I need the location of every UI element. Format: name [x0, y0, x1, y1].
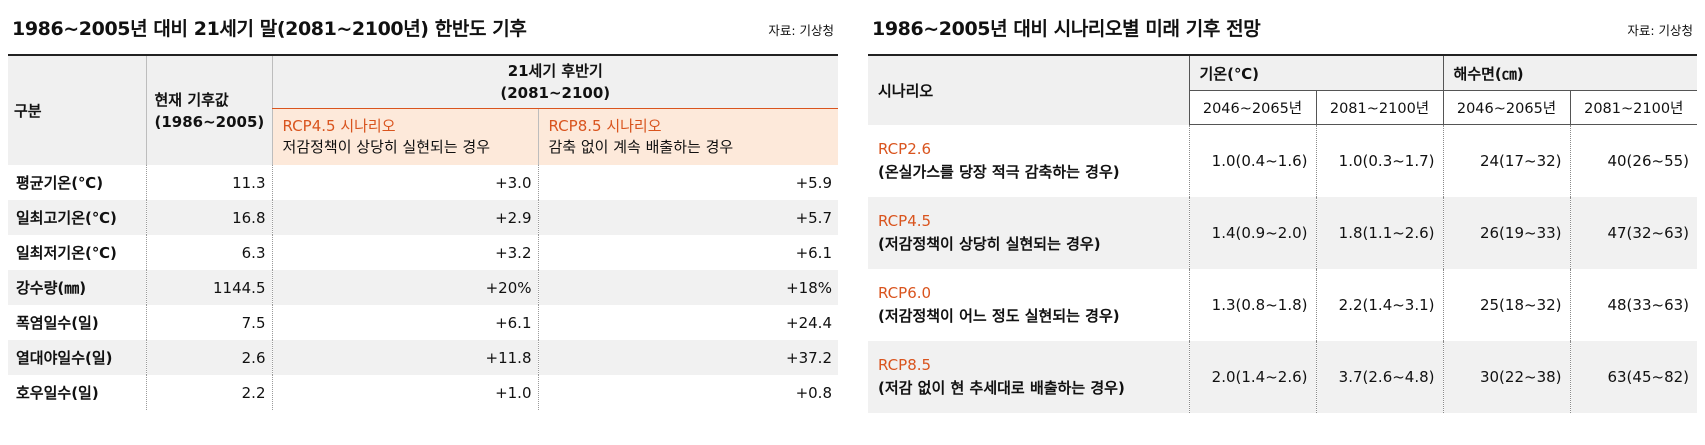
future-header-line1: 21세기 후반기	[507, 62, 603, 80]
table-row: 평균기온(℃) 11.3 +3.0 +5.9	[8, 165, 838, 200]
left-source-note: 자료: 기상청	[768, 23, 834, 38]
current-header-line2: (1986~2005)	[154, 112, 265, 131]
temperature-header: 기온(℃)	[1188, 55, 1444, 91]
right-table-title: 1986~2005년 대비 시나리오별 미래 기후 전망	[872, 18, 1261, 40]
sea-period-2046-header: 2046~2065년	[1442, 90, 1571, 125]
rcp85-header-name: RCP8.5 시나리오	[548, 117, 662, 135]
temp-2081-value: 2.2(1.4~3.1)	[1315, 269, 1444, 341]
current-value: 2.6	[145, 340, 272, 375]
rcp85-value: +5.9	[537, 165, 838, 200]
temp-2046-value: 1.4(0.9~2.0)	[1188, 197, 1316, 269]
rcp85-value: +24.4	[537, 305, 838, 340]
category-header: 구분	[8, 55, 146, 165]
temp-2046-value: 1.3(0.8~1.8)	[1188, 269, 1316, 341]
rcp45-header-name: RCP4.5 시나리오	[282, 117, 396, 135]
right-title-row: 1986~2005년 대비 시나리오별 미래 기후 전망 자료: 기상청	[868, 0, 1697, 44]
left-table-title: 1986~2005년 대비 21세기 말(2081~2100년) 한반도 기후	[12, 18, 527, 40]
scenario-desc: (저감정책이 어느 정도 실현되는 경우)	[878, 307, 1120, 325]
table-row: 열대야일수(일) 2.6 +11.8 +37.2	[8, 340, 838, 375]
end-century-climate-table: 구분 현재 기후값 (1986~2005) 21세기 후반기 (2081~210…	[8, 54, 838, 410]
row-label: 평균기온(℃)	[16, 174, 104, 192]
scenario-header: 시나리오	[868, 55, 1189, 125]
rcp45-value: +11.8	[271, 340, 538, 375]
table-row: RCP4.5 (저감정책이 상당히 실현되는 경우) 1.4(0.9~2.0) …	[868, 197, 1698, 269]
scenario-desc: (온실가스를 당장 적극 감축하는 경우)	[878, 162, 1120, 181]
current-value: 7.5	[145, 305, 272, 340]
row-label: 호우일수(일)	[16, 384, 99, 402]
table-row: 일최저기온(℃) 6.3 +3.2 +6.1	[8, 235, 838, 270]
rcp85-value: +18%	[537, 270, 838, 305]
row-label: 일최고기온(℃)	[8, 200, 146, 235]
rcp45-header: RCP4.5 시나리오 저감정책이 상당히 실현되는 경우	[271, 108, 538, 165]
current-value: 2.2	[145, 375, 272, 410]
table-row: RCP8.5 (저감 없이 현 추세대로 배출하는 경우) 2.0(1.4~2.…	[868, 341, 1698, 413]
temp-2046-value: 2.0(1.4~2.6)	[1188, 341, 1316, 413]
rcp85-value: +6.1	[537, 235, 838, 270]
future-period-header: 21세기 후반기 (2081~2100)	[271, 55, 838, 109]
sea-2046-value: 24(17~32)	[1442, 124, 1571, 197]
table-row: RCP2.6 (온실가스를 당장 적극 감축하는 경우) 1.0(0.4~1.6…	[868, 124, 1698, 198]
rcp85-value: +37.2	[537, 340, 838, 375]
rcp85-value: +0.8	[537, 375, 838, 410]
scenario-projection-table: 시나리오 기온(℃) 해수면(㎝) 2046~2065년 2081~2100년 …	[868, 54, 1698, 413]
scenario-cell: RCP8.5 (저감 없이 현 추세대로 배출하는 경우)	[868, 341, 1189, 413]
scenario-name: RCP6.0	[878, 284, 932, 302]
current-value: 11.3	[145, 165, 272, 200]
table-row: 폭염일수(일) 7.5 +6.1 +24.4	[8, 305, 838, 340]
left-title-row: 1986~2005년 대비 21세기 말(2081~2100년) 한반도 기후 …	[8, 0, 838, 44]
right-source-note: 자료: 기상청	[1627, 23, 1693, 38]
row-label: 강수량(㎜)	[8, 270, 146, 305]
current-climate-header: 현재 기후값 (1986~2005)	[145, 55, 272, 165]
scenario-cell: RCP4.5 (저감정책이 상당히 실현되는 경우)	[868, 197, 1189, 269]
temp-2081-value: 1.8(1.1~2.6)	[1315, 197, 1444, 269]
sea-2046-value: 26(19~33)	[1442, 197, 1571, 269]
sea-2081-value: 47(32~63)	[1569, 197, 1698, 269]
rcp85-value: +5.7	[537, 200, 838, 235]
table-row: RCP6.0 (저감정책이 어느 정도 실현되는 경우) 1.3(0.8~1.8…	[868, 269, 1698, 341]
temp-2046-value: 1.0(0.4~1.6)	[1188, 124, 1316, 197]
sea-2046-value: 30(22~38)	[1442, 341, 1571, 413]
temp-period-2081-header: 2081~2100년	[1315, 90, 1444, 125]
rcp45-value: +2.9	[271, 200, 538, 235]
sea-2081-value: 63(45~82)	[1569, 341, 1698, 413]
rcp45-value: +1.0	[271, 375, 538, 410]
rcp45-value: +3.2	[271, 235, 538, 270]
current-header-line1: 현재 기후값	[154, 90, 229, 109]
table-row: 호우일수(일) 2.2 +1.0 +0.8	[8, 375, 838, 410]
table-row: 강수량(㎜) 1144.5 +20% +18%	[8, 270, 838, 305]
future-header-line2: (2081~2100)	[500, 84, 611, 102]
current-value: 6.3	[145, 235, 272, 270]
sea-2081-value: 40(26~55)	[1569, 124, 1698, 197]
sea-period-2081-header: 2081~2100년	[1569, 90, 1698, 125]
row-label: 열대야일수(일)	[8, 340, 146, 375]
row-label: 일최저기온(℃)	[16, 244, 117, 262]
rcp45-value: +20%	[271, 270, 538, 305]
table-row: 일최고기온(℃) 16.8 +2.9 +5.7	[8, 200, 838, 235]
rcp45-value: +3.0	[271, 165, 538, 200]
sea-level-header: 해수면(㎝)	[1442, 55, 1698, 91]
sea-2046-value: 25(18~32)	[1442, 269, 1571, 341]
right-scenario-panel: 1986~2005년 대비 시나리오별 미래 기후 전망 자료: 기상청 시나리…	[868, 0, 1698, 413]
rcp45-value: +6.1	[271, 305, 538, 340]
scenario-name: RCP4.5	[878, 212, 932, 230]
temp-2081-value: 1.0(0.3~1.7)	[1315, 124, 1444, 197]
scenario-desc: (저감 없이 현 추세대로 배출하는 경우)	[878, 379, 1125, 397]
sea-2081-value: 48(33~63)	[1569, 269, 1698, 341]
scenario-name: RCP2.6	[878, 139, 932, 158]
row-label: 폭염일수(일)	[16, 314, 99, 332]
left-climate-panel: 1986~2005년 대비 21세기 말(2081~2100년) 한반도 기후 …	[8, 0, 838, 410]
temp-2081-value: 3.7(2.6~4.8)	[1315, 341, 1444, 413]
rcp45-header-desc: 저감정책이 상당히 실현되는 경우	[282, 138, 491, 156]
current-value: 16.8	[145, 200, 272, 235]
scenario-cell: RCP6.0 (저감정책이 어느 정도 실현되는 경우)	[868, 269, 1189, 341]
scenario-name: RCP8.5	[878, 356, 932, 374]
temp-period-2046-header: 2046~2065년	[1188, 90, 1316, 125]
rcp85-header: RCP8.5 시나리오 감축 없이 계속 배출하는 경우	[537, 108, 838, 165]
current-value: 1144.5	[145, 270, 272, 305]
scenario-cell: RCP2.6 (온실가스를 당장 적극 감축하는 경우)	[868, 125, 1189, 198]
rcp85-header-desc: 감축 없이 계속 배출하는 경우	[548, 138, 734, 156]
scenario-desc: (저감정책이 상당히 실현되는 경우)	[878, 235, 1101, 253]
